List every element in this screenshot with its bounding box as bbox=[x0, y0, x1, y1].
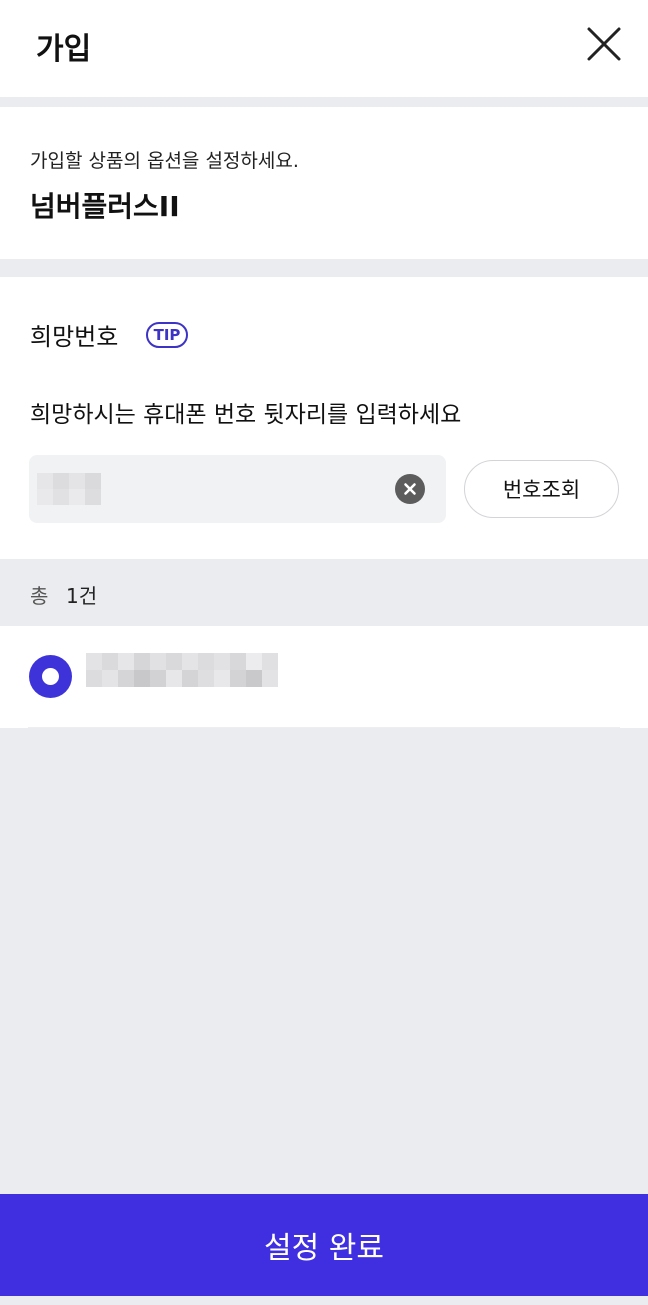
header: 가입 bbox=[0, 0, 648, 97]
count-value: 1건 bbox=[66, 584, 98, 608]
close-icon bbox=[587, 27, 621, 61]
count-label: 총 bbox=[30, 584, 49, 608]
submit-button[interactable]: 설정 완료 bbox=[0, 1194, 648, 1296]
number-field bbox=[29, 455, 446, 523]
list-item[interactable] bbox=[0, 626, 648, 728]
product-name: 넘버플러스II bbox=[30, 190, 180, 223]
tip-badge[interactable]: TIP bbox=[146, 322, 188, 348]
section-title: 희망번호 bbox=[30, 323, 119, 351]
redacted-number-value bbox=[86, 653, 278, 687]
result-list bbox=[0, 626, 648, 728]
desired-number-section: 희망번호 TIP 희망하시는 휴대폰 번호 뒷자리를 입력하세요 번호조회 bbox=[0, 277, 648, 559]
clear-input-button[interactable] bbox=[395, 474, 425, 504]
number-instruction: 희망하시는 휴대폰 번호 뒷자리를 입력하세요 bbox=[30, 402, 462, 428]
radio-selected[interactable] bbox=[29, 655, 72, 698]
clear-circle-icon bbox=[404, 483, 416, 495]
page-title: 가입 bbox=[36, 32, 92, 67]
close-button[interactable] bbox=[584, 24, 624, 64]
divider bbox=[28, 727, 620, 728]
number-input[interactable] bbox=[37, 455, 387, 523]
product-card: 가입할 상품의 옵션을 설정하세요. 넘버플러스II bbox=[0, 107, 648, 259]
result-count-bar: 총 1건 bbox=[0, 559, 648, 626]
radio-dot bbox=[42, 668, 59, 685]
number-lookup-button[interactable]: 번호조회 bbox=[464, 460, 619, 518]
product-description: 가입할 상품의 옵션을 설정하세요. bbox=[30, 150, 299, 172]
join-page: 가입 가입할 상품의 옵션을 설정하세요. 넘버플러스II 희망번호 TIP 희… bbox=[0, 0, 648, 1305]
